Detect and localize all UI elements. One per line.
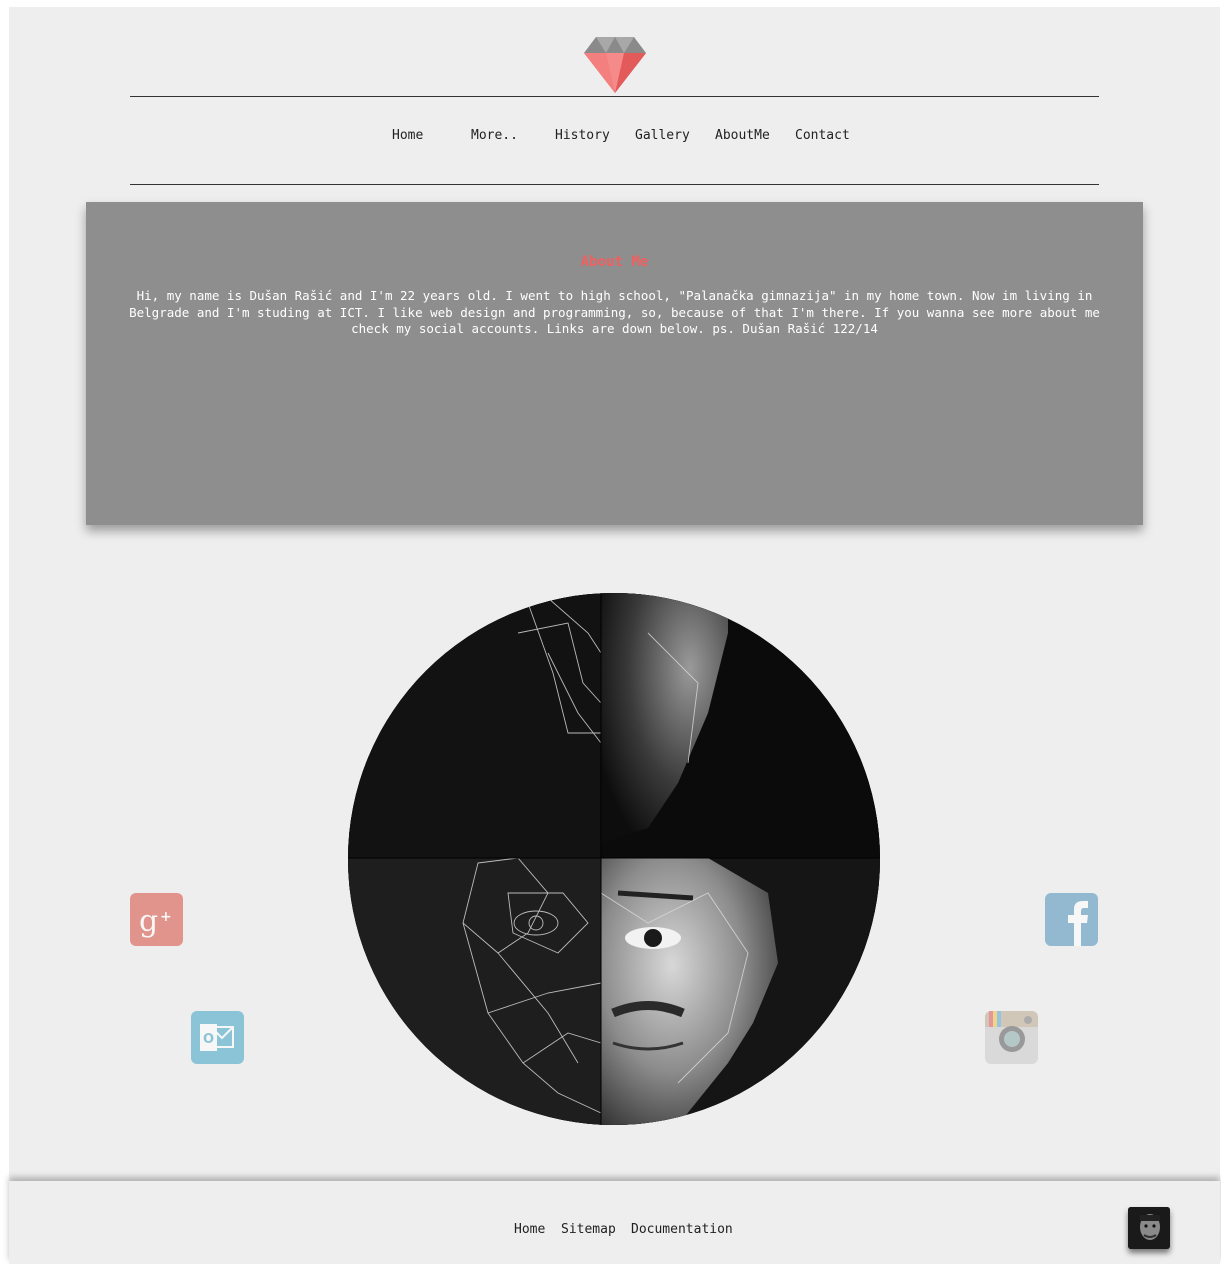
instagram-icon[interactable] — [985, 1011, 1038, 1064]
google-plus-icon[interactable]: g + — [130, 893, 183, 946]
svg-text:O: O — [203, 1032, 214, 1047]
footer-sitemap-link[interactable]: Sitemap — [561, 1222, 616, 1237]
page: Home More.. History Gallery AboutMe Cont… — [9, 7, 1220, 1264]
svg-text:g: g — [139, 904, 158, 939]
diamond-logo-icon[interactable] — [584, 35, 646, 93]
header-bottom-divider — [130, 184, 1099, 185]
header-top-divider — [130, 96, 1099, 97]
nav-home[interactable]: Home — [392, 128, 423, 143]
main-nav: Home More.. History Gallery AboutMe Cont… — [9, 128, 1220, 148]
nav-contact[interactable]: Contact — [795, 128, 850, 143]
about-title: About Me — [580, 254, 649, 270]
nav-aboutme[interactable]: AboutMe — [715, 128, 770, 143]
footer: Home Sitemap Documentation — [9, 1181, 1220, 1264]
about-text: Hi, my name is Dušan Rašić and I'm 22 ye… — [129, 288, 1100, 336]
footer-documentation-link[interactable]: Documentation — [631, 1222, 733, 1237]
svg-text:+: + — [160, 909, 172, 925]
portrait-image — [348, 593, 880, 1125]
nav-more[interactable]: More.. — [471, 128, 518, 143]
about-panel: About Me Hi, my name is Dušan Rašić and … — [86, 202, 1143, 525]
footer-home-link[interactable]: Home — [514, 1222, 545, 1237]
nav-history[interactable]: History — [555, 128, 610, 143]
avatar[interactable] — [1128, 1207, 1170, 1249]
outlook-icon[interactable]: O — [191, 1011, 244, 1064]
nav-gallery[interactable]: Gallery — [635, 128, 690, 143]
facebook-icon[interactable] — [1045, 893, 1098, 946]
